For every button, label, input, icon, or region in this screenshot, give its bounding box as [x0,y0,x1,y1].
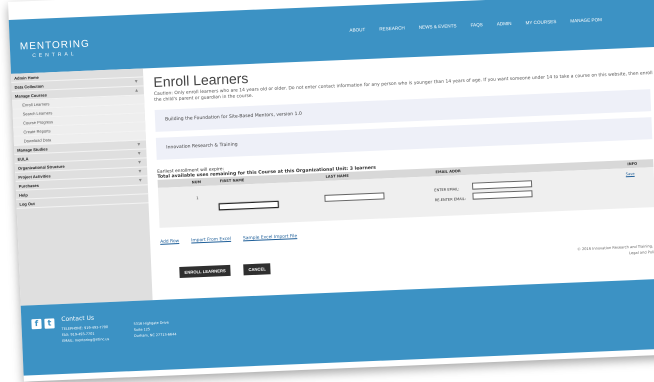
sidebar-item-label: Data Collection [14,83,44,90]
address: 5316 Highgate Drive Suite 125 Durham, NC… [133,319,177,339]
top-nav: ABOUT RESEARCH NEWS & EVENTS FAQS ADMIN … [349,17,602,33]
chevron-down-icon: ▾ [138,177,142,184]
cancel-button[interactable]: CANCEL [243,263,272,276]
import-excel-link[interactable]: Import From Excel [191,237,231,244]
email-input[interactable] [471,180,533,190]
nav-admin[interactable]: ADMIN [497,21,512,27]
twitter-icon[interactable]: t [44,318,55,329]
sidebar-item-label: Course Progress [22,119,54,126]
chevron-up-icon: ▴ [135,87,138,94]
site-logo[interactable]: MENTORING CENTRAL [20,39,91,60]
sidebar-item-label: Search Learners [22,110,53,117]
copyright: © 2016 Innovation Research and Training,… [577,243,654,258]
sidebar-item-label: Enroll Learners [22,101,50,108]
chevron-down-icon: ▾ [134,78,138,85]
enter-email-label: ENTER EMAIL: [434,187,460,193]
email-link[interactable]: EMAIL: mentoring@irtinc.us [62,336,109,344]
enroll-learners-button[interactable]: ENROLL LEARNERS [179,264,232,279]
sidebar-item-label: Admin Home [14,74,39,81]
sidebar-item-label: Help [18,192,28,198]
save-link[interactable]: Save [626,172,635,176]
chevron-down-icon: ▾ [138,168,142,175]
nav-about[interactable]: ABOUT [349,27,365,33]
sample-file-link[interactable]: Sample Excel Import File [243,234,297,241]
nav-my-courses[interactable]: MY COURSES [525,19,556,25]
row-num: 1 [196,196,199,201]
contact-title: Contact Us [61,314,95,324]
chevron-down-icon: ▾ [137,150,141,157]
chevron-down-icon: ▾ [137,141,141,148]
chevron-down-icon: ▾ [138,159,141,166]
nav-faqs[interactable]: FAQS [470,22,482,28]
contact-details: TELEPHONE: 919-493-7700 FAX: 919-493-770… [62,324,110,344]
import-links: Add Row Import From Excel Sample Excel I… [160,234,297,245]
reenter-email-input[interactable] [472,190,533,200]
sidebar-item-label: Create Reports [23,128,51,135]
sidebar-item-label: Manage Studies [17,146,48,153]
reenter-email-label: RE-ENTER EMAIL: [434,197,466,203]
admin-sidebar: Admin Home Data Collection ▾ Manage Cours… [11,68,153,306]
last-name-input[interactable] [324,192,385,202]
sidebar-item-label: Project Activities [18,173,51,180]
address-line: Durham, NC 27713-6644 [134,332,177,339]
nav-manage-pom[interactable]: MANAGE POM [570,17,602,23]
sidebar-item-label: Purchases [18,182,40,189]
sidebar-item-label: Log Out [19,201,35,207]
page-canvas: MENTORING CENTRAL ABOUT RESEARCH NEWS & … [8,0,654,382]
sidebar-item-label: Organizational Structure [17,163,65,171]
sidebar-item-label: Download Data [23,137,52,144]
nav-news-events[interactable]: NEWS & EVENTS [419,23,457,30]
page-title: Enroll Learners [153,70,249,90]
first-name-input[interactable] [218,200,279,211]
logo-sub: CENTRAL [32,51,77,60]
nav-research[interactable]: RESEARCH [379,25,405,31]
add-row-link[interactable]: Add Row [160,239,179,245]
sidebar-item-label: Manage Courses [14,92,48,99]
sidebar-item-label: EULA [17,156,29,162]
main-content: Enroll Learners Caution: Only enroll lea… [149,47,654,300]
facebook-icon[interactable]: f [31,318,42,330]
